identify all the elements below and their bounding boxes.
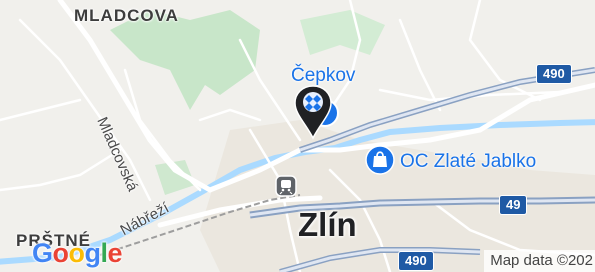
google-logo: Google bbox=[32, 238, 123, 268]
city-label-zlin: Zlín bbox=[298, 206, 357, 243]
shopping-bag-icon[interactable] bbox=[365, 145, 395, 175]
district-label-mladcova: MLADCOVA bbox=[74, 6, 179, 25]
road-shield-49: 49 bbox=[499, 195, 528, 215]
cepkov-poi-marker[interactable] bbox=[290, 84, 350, 144]
road-shield-490-lower: 490 bbox=[398, 251, 434, 271]
logo-letter-o2: o bbox=[68, 238, 86, 268]
train-station-icon[interactable] bbox=[275, 175, 297, 197]
road-shield-490-upper: 490 bbox=[536, 64, 572, 84]
logo-letter-l: l bbox=[100, 238, 109, 268]
logo-letter-g2: g bbox=[84, 238, 102, 268]
place-label-cepkov[interactable]: Čepkov bbox=[291, 66, 355, 85]
map-view[interactable]: MLADCOVA PRŠTNÉ Mladcovská Nábřeží Zlín … bbox=[0, 0, 595, 272]
logo-letter-o1: o bbox=[52, 238, 70, 268]
logo-letter-e: e bbox=[107, 238, 123, 268]
logo-letter-g: G bbox=[32, 238, 53, 268]
place-label-mall[interactable]: OC Zlaté Jablko bbox=[400, 152, 536, 171]
map-attribution[interactable]: Map data ©202 bbox=[484, 250, 595, 272]
